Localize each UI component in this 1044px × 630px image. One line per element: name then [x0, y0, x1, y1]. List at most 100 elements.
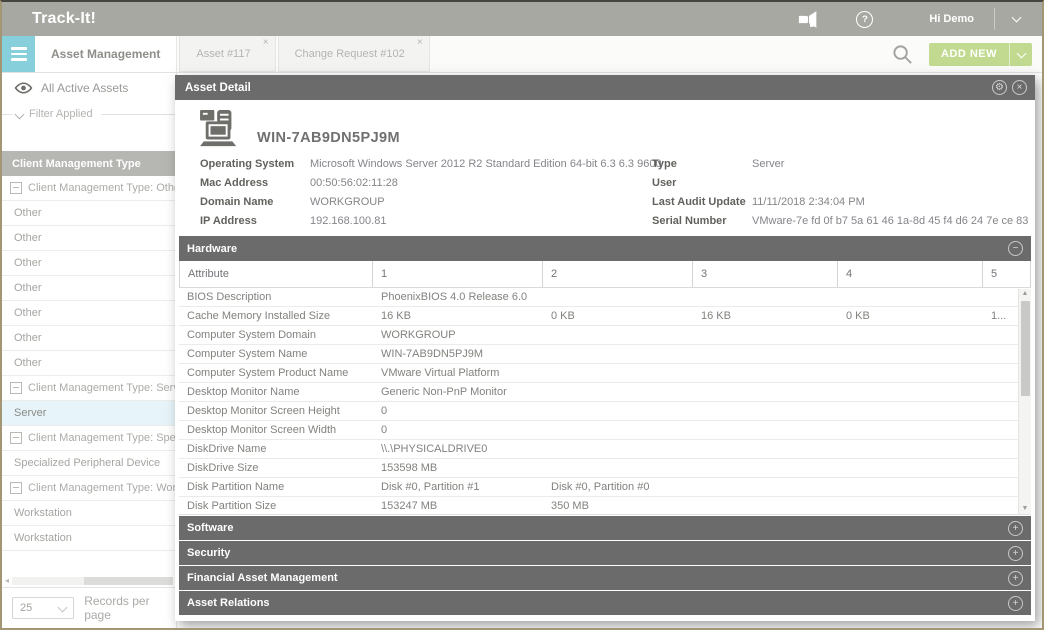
hardware-cell: Computer System Product Name — [179, 367, 373, 379]
sidebar-asset-row[interactable]: Other — [2, 226, 176, 251]
hardware-row: Desktop Monitor NameGeneric Non-PnP Moni… — [179, 383, 1031, 402]
page-size-value: 25 — [20, 602, 32, 614]
hardware-row: Desktop Monitor Screen Height0 — [179, 402, 1031, 421]
hardware-column-header[interactable]: 2 — [543, 261, 693, 287]
tab-asset-117[interactable]: Asset #117 × — [179, 36, 275, 72]
expand-icon[interactable]: + — [1008, 521, 1023, 536]
sidebar-row-label: Workstation — [14, 532, 72, 544]
app-logo: Track-It! — [32, 10, 96, 28]
scroll-down-icon[interactable]: ▼ — [1022, 504, 1029, 514]
hardware-row: DiskDrive Name\\.\PHYSICALDRIVE0 — [179, 440, 1031, 459]
hardware-header-row: Attribute12345 — [179, 261, 1031, 288]
topbar-actions: ? Hi Demo — [798, 8, 1042, 30]
sidebar-group-row[interactable]: Client Management Type: Server (1) — [2, 376, 176, 401]
hardware-column-header[interactable]: Attribute — [179, 261, 373, 287]
hardware-cell: VMware Virtual Platform — [373, 367, 543, 379]
section-bar-security[interactable]: Security+ — [179, 541, 1031, 565]
tab-close-icon[interactable]: × — [417, 37, 423, 48]
sidebar-asset-row[interactable]: Specialized Peripheral Device — [2, 451, 176, 476]
sidebar-group-row[interactable]: Client Management Type: Other (7) — [2, 176, 176, 201]
tab-change-request-102[interactable]: Change Request #102 × — [278, 36, 430, 72]
records-per-page-label: Records per page — [84, 594, 176, 622]
user-greeting[interactable]: Hi Demo — [929, 13, 974, 25]
field-value: 11/11/2018 2:34:04 PM — [752, 196, 865, 208]
tab-close-icon[interactable]: × — [263, 37, 269, 48]
filter-applied-row[interactable]: Filter Applied — [2, 103, 176, 125]
menu-bar-icon — [11, 58, 27, 61]
field-value: WORKGROUP — [310, 196, 385, 208]
asset-name: WIN-7AB9DN5PJ9M — [257, 130, 400, 148]
sidebar-asset-row[interactable]: Other — [2, 251, 176, 276]
tab-label: Asset #117 — [196, 48, 250, 60]
section-bar-asset-relations[interactable]: Asset Relations+ — [179, 591, 1031, 615]
scroll-left-icon[interactable]: ◂ — [5, 577, 9, 585]
sidebar-horizontal-scrollbar[interactable]: ◂ — [2, 575, 176, 587]
hardware-row: DiskDrive Size153598 MB — [179, 459, 1031, 478]
section-bar-financial-asset-management[interactable]: Financial Asset Management + — [179, 566, 1031, 590]
hardware-cell: Desktop Monitor Screen Width — [179, 424, 373, 436]
field-label: IP Address — [200, 215, 310, 227]
sidebar-asset-row[interactable]: Other — [2, 301, 176, 326]
fields-right: TypeServerUserLast Audit Update11/11/201… — [652, 154, 1031, 230]
collapse-box-icon[interactable] — [10, 382, 22, 394]
section-title: Financial Asset Management — [187, 572, 338, 584]
help-icon[interactable]: ? — [856, 11, 873, 28]
collapse-icon[interactable]: − — [1008, 241, 1023, 256]
hardware-cell: Disk Partition Size — [179, 500, 373, 512]
hardware-row: Disk Partition NameDisk #0, Partition #1… — [179, 478, 1031, 497]
tab-asset-management[interactable]: Asset Management — [35, 36, 177, 72]
sidebar-group-row[interactable]: Client Management Type: Workstatio — [2, 476, 176, 501]
sidebar-group-row[interactable]: Client Management Type: Specialize — [2, 426, 176, 451]
settings-gear-icon[interactable]: ⚙ — [992, 80, 1007, 95]
expand-icon[interactable]: + — [1008, 596, 1023, 611]
sidebar-row-label: Other — [14, 207, 42, 219]
hardware-column-header[interactable]: 5 — [983, 261, 1031, 287]
add-new-label: ADD NEW — [929, 48, 1009, 60]
search-icon[interactable] — [892, 44, 913, 65]
sidebar-asset-row[interactable]: Server — [2, 401, 176, 426]
field-value: Server — [752, 158, 784, 170]
group-column-header[interactable]: Client Management Type — [2, 151, 176, 176]
hardware-vertical-scrollbar[interactable]: ▲ ▼ — [1018, 289, 1031, 514]
scrollbar-track[interactable] — [12, 577, 173, 585]
announcements-icon[interactable] — [798, 11, 820, 28]
tabbar-spacer — [430, 36, 892, 72]
expand-icon[interactable]: + — [1008, 571, 1023, 586]
scrollbar-thumb[interactable] — [1021, 301, 1030, 396]
sidebar-asset-row[interactable]: Workstation — [2, 501, 176, 526]
page-size-select[interactable]: 25 — [12, 597, 74, 619]
hamburger-menu-button[interactable] — [2, 36, 35, 72]
expand-icon[interactable]: + — [1008, 546, 1023, 561]
add-new-button[interactable]: ADD NEW — [929, 43, 1032, 66]
sidebar-row-label: Client Management Type: Other (7) — [28, 182, 176, 194]
topbar: Track-It! ? Hi Demo — [2, 2, 1042, 36]
tabbar: Asset Management Asset #117 × Change Req… — [2, 36, 1042, 73]
hardware-table: Attribute12345 BIOS DescriptionPhoenixBI… — [179, 261, 1031, 515]
add-new-dropdown[interactable] — [1010, 52, 1032, 57]
magnifier-glyph — [892, 44, 913, 65]
hardware-cell: 0 KB — [543, 310, 693, 322]
hardware-column-header[interactable]: 4 — [838, 261, 983, 287]
collapse-box-icon[interactable] — [10, 482, 22, 494]
scrollbar-thumb[interactable] — [84, 577, 173, 585]
field-label: Operating System — [200, 158, 310, 170]
sidebar-row-label: Server — [14, 407, 46, 419]
collapse-box-icon[interactable] — [10, 432, 22, 444]
sidebar-asset-row[interactable]: Other — [2, 326, 176, 351]
hardware-cell: DiskDrive Size — [179, 462, 373, 474]
section-bar-software[interactable]: Software+ — [179, 516, 1031, 540]
field-row: TypeServer — [652, 154, 1031, 173]
hardware-column-header[interactable]: 3 — [693, 261, 838, 287]
close-icon[interactable]: × — [1012, 80, 1027, 95]
sidebar-asset-row[interactable]: Other — [2, 201, 176, 226]
user-menu-chevron-down-icon[interactable] — [1012, 13, 1022, 23]
sidebar-asset-row[interactable]: Other — [2, 276, 176, 301]
field-label: Domain Name — [200, 196, 310, 208]
sidebar-asset-row[interactable]: Workstation — [2, 526, 176, 551]
scroll-up-icon[interactable]: ▲ — [1022, 289, 1029, 299]
active-assets-view[interactable]: All Active Assets — [2, 73, 176, 103]
collapse-box-icon[interactable] — [10, 182, 22, 194]
hardware-column-header[interactable]: 1 — [373, 261, 543, 287]
section-bar-hardware[interactable]: Hardware − — [179, 236, 1031, 261]
sidebar-asset-row[interactable]: Other — [2, 351, 176, 376]
